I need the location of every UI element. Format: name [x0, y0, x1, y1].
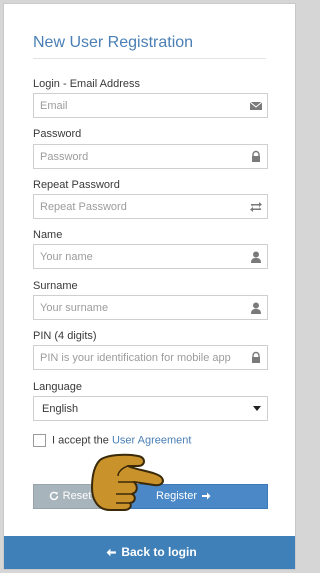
repeat-password-field[interactable]	[34, 195, 267, 218]
lock-icon	[252, 351, 260, 363]
password-field-wrapper	[33, 144, 268, 169]
language-select[interactable]: English	[33, 396, 268, 421]
back-to-login-label: Back to login	[121, 545, 197, 559]
register-label: Register	[156, 490, 197, 502]
envelope-icon	[249, 101, 263, 110]
retweet-icon	[250, 202, 262, 212]
name-field-wrapper	[33, 244, 268, 269]
password-label: Password	[33, 128, 82, 140]
repeat-password-label: Repeat Password	[33, 179, 120, 191]
email-label: Login - Email Address	[33, 78, 140, 90]
arrow-left-icon	[106, 548, 117, 557]
caret-down-icon	[253, 406, 261, 411]
language-selected-value: English	[42, 403, 79, 415]
registration-panel: New User Registration Login - Email Addr…	[3, 3, 296, 570]
surname-field[interactable]	[34, 296, 267, 319]
pin-field[interactable]	[34, 346, 267, 369]
agreement-checkbox[interactable]	[33, 434, 46, 447]
user-agreement-link[interactable]: User Agreement	[112, 435, 191, 447]
title-divider	[33, 58, 266, 59]
register-button[interactable]: Register	[103, 484, 268, 509]
agreement-row: I accept the User Agreement	[33, 434, 191, 447]
reset-button[interactable]: Reset	[33, 484, 103, 509]
repeat-password-field-wrapper	[33, 194, 268, 219]
pin-label: PIN (4 digits)	[33, 330, 97, 342]
arrow-right-icon	[201, 492, 211, 500]
back-to-login-button[interactable]: Back to login	[4, 536, 295, 569]
surname-field-wrapper	[33, 295, 268, 320]
user-icon	[251, 302, 261, 314]
user-icon	[251, 251, 261, 263]
lock-icon	[252, 150, 260, 162]
page-title: New User Registration	[33, 34, 194, 51]
name-field[interactable]	[34, 245, 267, 268]
language-label: Language	[33, 381, 82, 393]
email-field[interactable]	[34, 94, 267, 117]
agreement-text: I accept the	[52, 434, 109, 447]
refresh-icon	[49, 491, 58, 501]
name-label: Name	[33, 229, 63, 241]
pin-field-wrapper	[33, 345, 268, 370]
surname-label: Surname	[33, 280, 78, 292]
password-field[interactable]	[34, 145, 267, 168]
reset-label: Reset	[62, 490, 92, 502]
email-field-wrapper	[33, 93, 268, 118]
